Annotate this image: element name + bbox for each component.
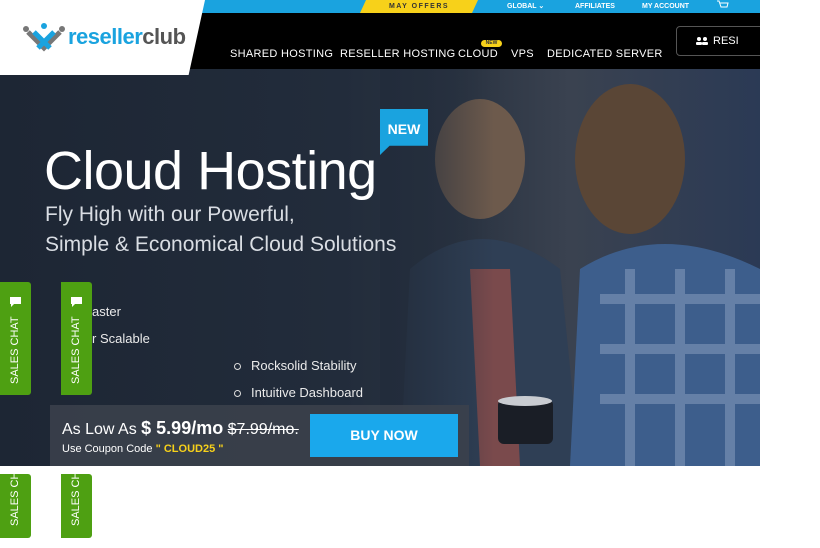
pricing-box: As Low As $ 5.99/mo $7.99/mo. Use Coupon…: [50, 405, 469, 466]
resellerclub-logo-icon: [23, 23, 65, 52]
coupon-prefix: Use Coupon Code: [62, 443, 153, 455]
may-offers-link[interactable]: MAY OFFERS: [360, 0, 478, 13]
price-prefix: As Low As: [62, 421, 137, 438]
my-account-link[interactable]: MY ACCOUNT: [642, 0, 689, 13]
users-icon: [696, 37, 708, 45]
sales-chat-label: SALES CH: [69, 471, 82, 526]
nav-cloud[interactable]: CLOUD: [458, 48, 498, 60]
global-selector[interactable]: GLOBAL ⌄: [507, 0, 544, 13]
sales-chat-tab[interactable]: SALES CHAT: [61, 282, 92, 395]
cloud-new-badge: NEW: [481, 40, 502, 47]
reseller-login-button[interactable]: RESI: [676, 26, 760, 56]
hero-title: Cloud Hosting: [44, 141, 377, 201]
chevron-down-icon: ⌄: [538, 3, 545, 10]
hero-subtitle-line2: Simple & Economical Cloud Solutions: [45, 233, 397, 256]
old-price: $7.99/mo.: [227, 421, 299, 438]
sales-chat-tab[interactable]: SALES CH: [61, 471, 92, 538]
nav-reseller-hosting[interactable]: RESELLER HOSTING: [340, 48, 455, 60]
feature-item: Intuitive Dashboard: [233, 385, 364, 400]
feature-item: r Scalable: [75, 331, 150, 346]
brand-name: resellerclub: [68, 24, 186, 49]
nav-dedicated-server[interactable]: DEDICATED SERVER: [547, 48, 663, 60]
nav-shared-hosting[interactable]: SHARED HOSTING: [230, 48, 333, 60]
website-viewport: MAY OFFERS GLOBAL ⌄ AFFILIATES MY ACCOUN…: [0, 0, 760, 466]
affiliates-link[interactable]: AFFILIATES: [575, 0, 615, 13]
coupon-code: " CLOUD25 ": [155, 443, 224, 455]
feature-item: aster: [75, 304, 121, 319]
reseller-button-label: RESI: [713, 35, 739, 47]
nav-vps[interactable]: VPS: [511, 48, 534, 60]
sales-chat-label: SALES CHAT: [8, 316, 21, 384]
sales-chat-label: SALES CHAT: [69, 316, 82, 384]
current-price: $ 5.99/mo: [141, 418, 224, 438]
sales-chat-tab[interactable]: SALES CHAT: [0, 282, 31, 395]
price-line: As Low As $ 5.99/mo $7.99/mo.: [62, 418, 299, 439]
global-label: GLOBAL: [507, 3, 537, 10]
hero-subtitle-line1: Fly High with our Powerful,: [45, 203, 295, 226]
cart-icon[interactable]: [717, 0, 729, 13]
sales-chat-tab[interactable]: SALES CH: [0, 471, 31, 538]
coupon-line: Use Coupon Code " CLOUD25 ": [62, 443, 223, 455]
sales-chat-label: SALES CH: [8, 471, 21, 526]
logo[interactable]: resellerclub: [0, 0, 205, 75]
feature-item: Rocksolid Stability: [234, 358, 357, 373]
buy-now-button[interactable]: BUY NOW: [310, 414, 458, 457]
chat-bubble-icon: [71, 297, 82, 307]
chat-bubble-icon: [10, 297, 21, 307]
